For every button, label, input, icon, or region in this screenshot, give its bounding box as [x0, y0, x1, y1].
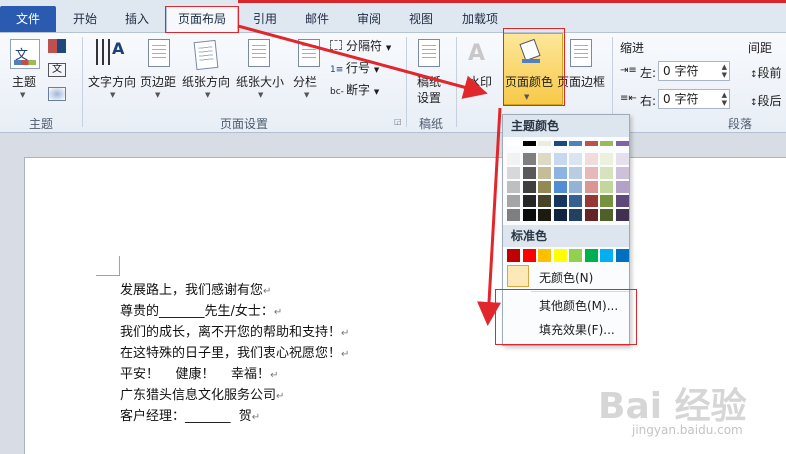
baidu-url: jingyan.baidu.com [632, 423, 743, 437]
arrow-tab-to-button [237, 24, 488, 99]
arrow-button-to-menu [477, 107, 502, 326]
baidu-logo: Bai 经验 [598, 386, 747, 427]
